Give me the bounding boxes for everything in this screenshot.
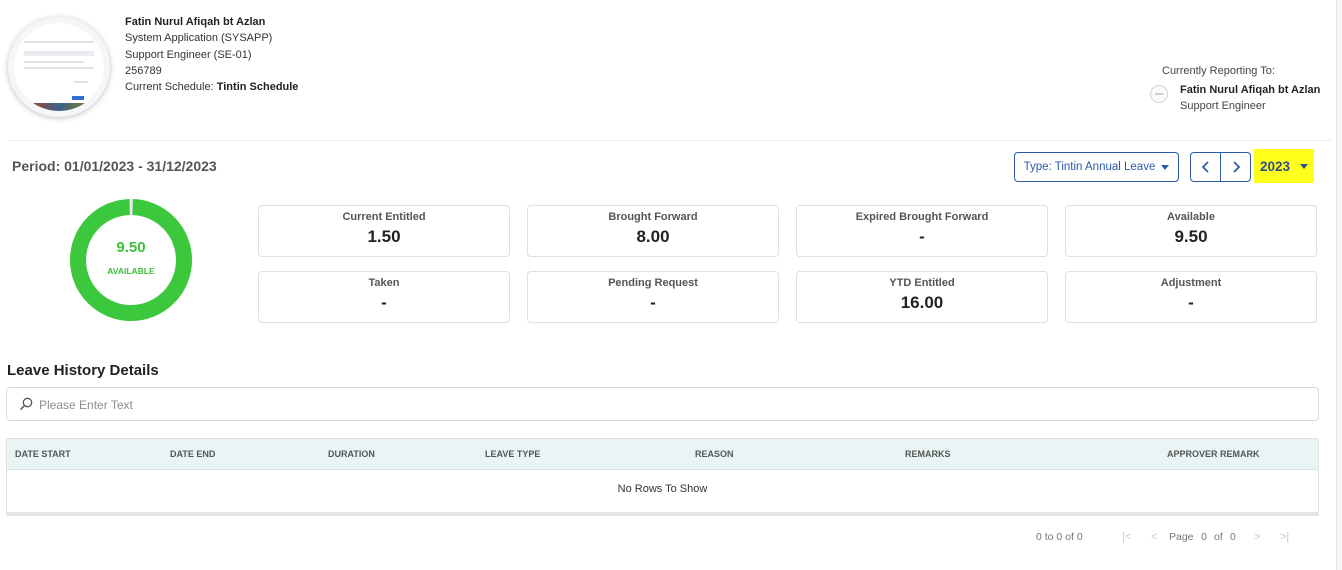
column-header-duration[interactable]: DURATION (328, 449, 375, 459)
leave-history-table: DATE START DATE END DURATION LEAVE TYPE … (6, 438, 1319, 516)
next-year-button[interactable] (1220, 153, 1250, 181)
stat-card-taken: Taken - (258, 271, 510, 323)
available-donut (70, 199, 192, 321)
stat-title: Pending Request (608, 277, 698, 289)
manager-avatar (1150, 85, 1168, 103)
of-label: of (1214, 531, 1223, 543)
current-page: 0 (1201, 531, 1207, 543)
manager-title: Support Engineer (1180, 100, 1266, 112)
period-label: Period: 01/01/2023 - 31/12/2023 (12, 158, 217, 174)
stat-card-available: Available 9.50 (1065, 205, 1317, 257)
donut-label: AVAILABLE (107, 266, 155, 276)
prev-page-icon[interactable]: < (1151, 531, 1157, 543)
employee-name: Fatin Nurul Afiqah bt Azlan (125, 16, 266, 28)
chevron-left-icon (1201, 161, 1209, 173)
stat-value: 9.50 (1174, 227, 1208, 246)
stat-value: - (650, 293, 656, 312)
reporting-label: Currently Reporting To: (1162, 65, 1275, 77)
total-pages: 0 (1230, 531, 1236, 543)
stat-value: 1.50 (367, 227, 401, 246)
stat-card-brought-forward: Brought Forward 8.00 (527, 205, 779, 257)
column-header-date-start[interactable]: DATE START (15, 449, 71, 459)
employee-position: Support Engineer (SE-01) (125, 48, 252, 61)
empty-message: No Rows To Show (617, 483, 708, 495)
stat-title: Adjustment (1160, 277, 1222, 289)
stat-card-current-entitled: Current Entitled 1.50 (258, 205, 510, 257)
stat-value: 8.00 (636, 227, 670, 246)
stat-value: 16.00 (900, 293, 944, 312)
employee-schedule: Current Schedule: Tintin Schedule (125, 79, 298, 95)
chevron-right-icon (1232, 161, 1240, 173)
header-divider (8, 140, 1333, 141)
manager-name: Fatin Nurul Afiqah bt Azlan (1180, 84, 1321, 96)
schedule-label: Current Schedule: (125, 81, 214, 94)
column-header-reason[interactable]: REASON (695, 449, 734, 459)
horizontal-scrollbar[interactable] (7, 512, 1318, 515)
stat-title: Available (1167, 211, 1215, 223)
schedule-value: Tintin Schedule (216, 81, 299, 94)
first-page-icon[interactable]: |< (1122, 531, 1131, 543)
last-page-icon[interactable]: >| (1280, 531, 1289, 543)
prev-year-button[interactable] (1191, 153, 1220, 181)
stat-title: YTD Entitled (889, 277, 955, 289)
year-dropdown[interactable]: 2023 (1254, 149, 1314, 183)
stat-card-ytd-entitled: YTD Entitled 16.00 (796, 271, 1048, 323)
stat-card-expired-brought-forward: Expired Brought Forward - (796, 205, 1048, 257)
column-header-remarks[interactable]: REMARKS (905, 449, 951, 459)
stat-value: - (1188, 293, 1194, 312)
profile-avatar (8, 17, 110, 117)
leave-type-label: Type: Tintin Annual Leave (1023, 161, 1156, 173)
avatar-image (14, 23, 104, 111)
column-header-date-end[interactable]: DATE END (170, 449, 215, 459)
leave-type-dropdown[interactable]: Type: Tintin Annual Leave (1014, 152, 1179, 182)
next-page-icon[interactable]: > (1254, 531, 1260, 543)
scrollbar[interactable] (1336, 0, 1342, 570)
donut-value: 9.50 (116, 239, 146, 256)
column-header-approver-remark[interactable]: APPROVER REMARK (1167, 449, 1260, 459)
search-input[interactable] (39, 395, 1299, 415)
stat-value: - (919, 227, 925, 246)
stat-title: Taken (368, 277, 400, 289)
employee-id: 256789 (125, 64, 162, 77)
pagination-summary: 0 to 0 of 0 (1036, 531, 1083, 543)
search-icon (20, 397, 33, 411)
column-header-leave-type[interactable]: LEAVE TYPE (485, 449, 540, 459)
donut-arc (70, 199, 192, 321)
stat-value: - (381, 293, 387, 312)
employee-department: System Application (SYSAPP) (125, 32, 273, 45)
stat-title: Expired Brought Forward (855, 211, 989, 223)
search-box (6, 387, 1319, 421)
stat-card-pending-request: Pending Request - (527, 271, 779, 323)
year-nav (1190, 152, 1251, 182)
caret-down-icon (1300, 163, 1309, 169)
table-header: DATE START DATE END DURATION LEAVE TYPE … (7, 439, 1318, 470)
year-value: 2023 (1259, 158, 1291, 174)
stat-title: Current Entitled (342, 211, 426, 223)
profile-info: Fatin Nurul Afiqah bt Azlan System Appli… (125, 14, 298, 95)
page-label: Page (1169, 531, 1194, 543)
section-title: Leave History Details (7, 362, 159, 379)
stat-title: Brought Forward (608, 211, 698, 223)
caret-down-icon (1161, 164, 1170, 170)
stat-card-adjustment: Adjustment - (1065, 271, 1317, 323)
